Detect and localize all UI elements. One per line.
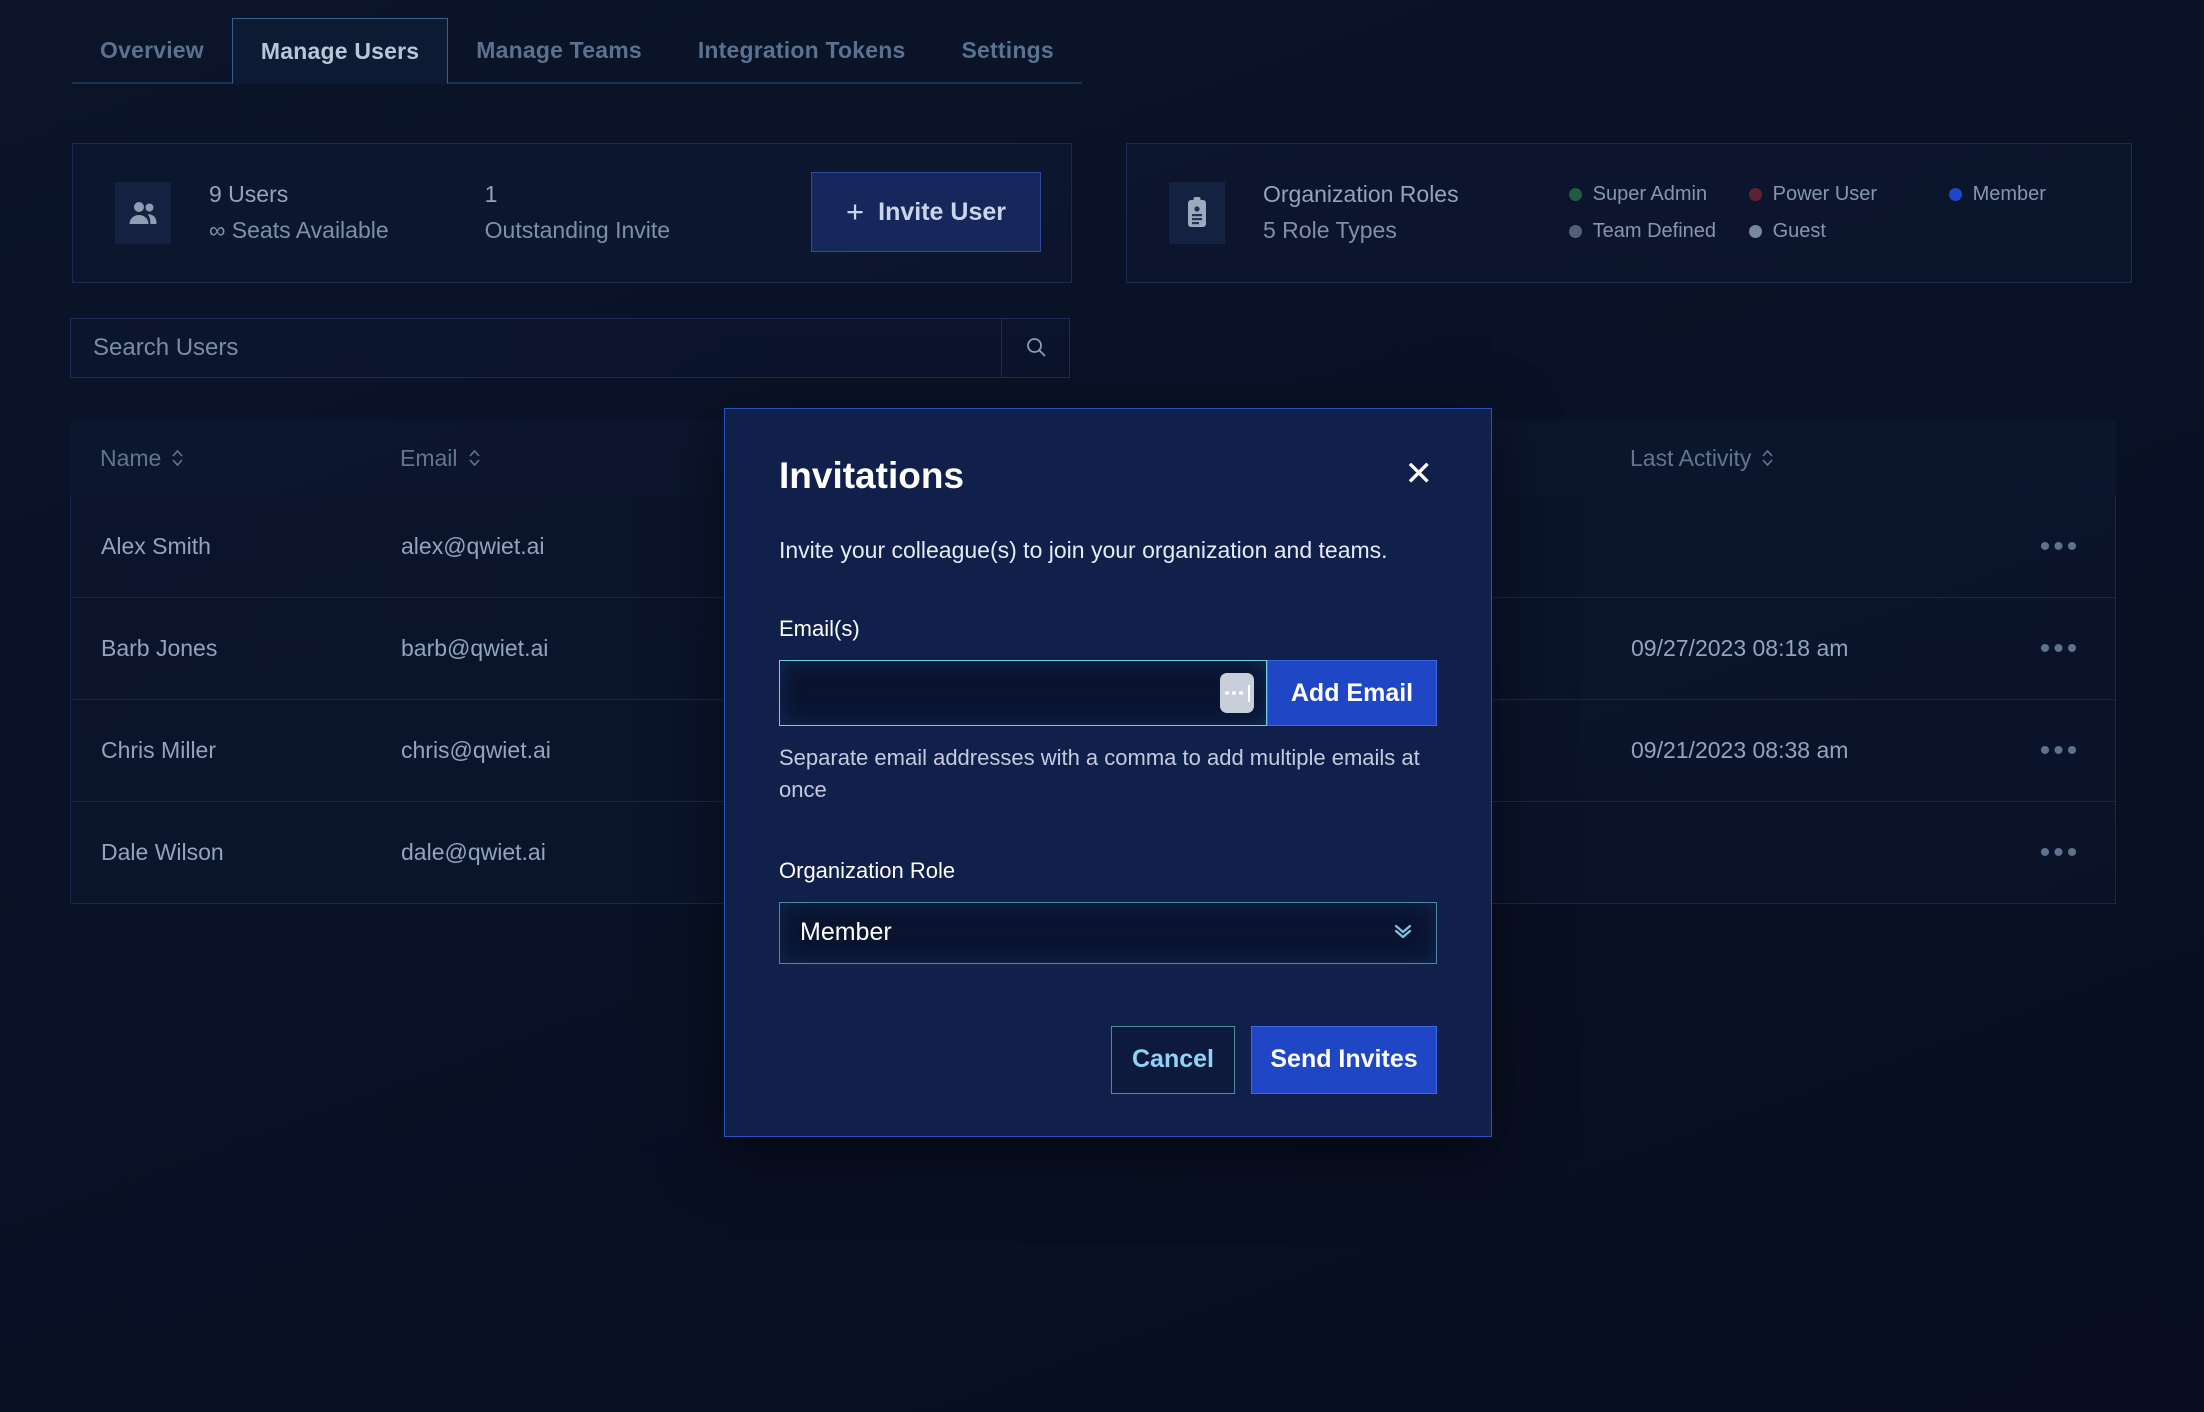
legend-label: Member [1972, 183, 2046, 205]
role-dot-icon [1948, 188, 1962, 201]
cell-name: Barb Jones [101, 635, 218, 661]
cell-name: Chris Miller [101, 737, 216, 763]
legend-label: Power User [1772, 183, 1878, 205]
user-count: 9 Users [209, 181, 289, 208]
role-dot-icon [1748, 188, 1762, 201]
row-menu-icon[interactable]: ••• [2005, 734, 2115, 768]
legend-label: Guest [1772, 220, 1826, 242]
sort-icon [171, 448, 184, 468]
outstanding-invite-stat: 1 Outstanding Invite [485, 177, 670, 248]
add-email-button[interactable]: Add Email [1267, 660, 1437, 726]
email-input-row: Add Email [779, 660, 1437, 726]
modal-header: Invitations ✕ [779, 455, 1437, 497]
row-menu-icon[interactable]: ••• [2005, 836, 2115, 870]
users-icon [115, 182, 171, 244]
row-menu-icon[interactable]: ••• [2005, 530, 2115, 564]
tab-overview[interactable]: Overview [72, 18, 232, 84]
ime-indicator-icon [1220, 673, 1254, 713]
role-dot-icon [1748, 225, 1762, 238]
users-summary-card: 9 Users ∞ Seats Available 1 Outstanding … [72, 143, 1072, 283]
search-button[interactable] [1001, 319, 1069, 377]
send-invites-button[interactable]: Send Invites [1251, 1025, 1437, 1094]
search-input[interactable] [71, 319, 1001, 377]
column-header-last-activity[interactable]: Last Activity [1630, 445, 2116, 472]
role-field-label: Organization Role [779, 857, 956, 883]
role-dot-icon [1568, 225, 1582, 238]
close-icon[interactable]: ✕ [1401, 455, 1438, 493]
roles-badge-icon [1169, 182, 1225, 244]
roles-subtitle: 5 Role Types [1263, 217, 1397, 243]
seats-available: ∞ Seats Available [209, 217, 389, 243]
outstanding-label: Outstanding Invite [484, 217, 671, 243]
summary-cards: 9 Users ∞ Seats Available 1 Outstanding … [72, 143, 2132, 283]
user-count-stat: 9 Users ∞ Seats Available [209, 177, 389, 248]
legend-item-super-admin: Super Admin [1568, 183, 1749, 206]
chevron-double-down-icon [1390, 917, 1416, 948]
modal-title: Invitations [779, 455, 965, 496]
search-bar [70, 318, 1070, 378]
email-field-label: Email(s) [779, 616, 860, 641]
invite-user-button[interactable]: + Invite User [811, 172, 1041, 252]
modal-footer: Cancel Send Invites [779, 1025, 1437, 1094]
role-dot-icon [1568, 188, 1582, 201]
tab-label: Manage Users [260, 37, 420, 64]
email-input-wrapper [779, 660, 1267, 726]
cancel-button[interactable]: Cancel [1111, 1025, 1235, 1094]
tab-settings[interactable]: Settings [933, 18, 1082, 84]
invite-user-label: Invite User [878, 197, 1006, 226]
organization-role-select[interactable]: Member [779, 901, 1437, 964]
invitations-modal: Invitations ✕ Invite your colleague(s) t… [724, 408, 1492, 1137]
modal-description: Invite your colleague(s) to join your or… [779, 537, 1388, 563]
cell-last-activity: 09/21/2023 08:38 am [1631, 737, 1849, 763]
legend-item-member: Member [1948, 183, 2046, 206]
selected-role-value: Member [800, 918, 892, 947]
legend-item-guest: Guest [1748, 220, 1949, 243]
legend-item-power-user: Power User [1748, 183, 1949, 206]
email-input[interactable] [780, 661, 1266, 725]
outstanding-count: 1 [484, 181, 498, 208]
tab-label: Integration Tokens [697, 36, 906, 63]
column-header-name[interactable]: Name [70, 445, 400, 472]
search-icon [1024, 335, 1048, 362]
legend-label: Team Defined [1592, 220, 1717, 242]
tab-manage-users[interactable]: Manage Users [231, 18, 449, 84]
cell-name: Alex Smith [101, 533, 211, 559]
tab-label: Overview [100, 36, 204, 63]
row-menu-icon[interactable]: ••• [2005, 632, 2115, 666]
organization-roles-card: Organization Roles 5 Role Types Super Ad… [1126, 143, 2132, 283]
tab-bar: Overview Manage Users Manage Teams Integ… [72, 18, 1082, 84]
tab-label: Settings [961, 36, 1054, 63]
legend-label: Super Admin [1592, 183, 1708, 205]
tab-label: Manage Teams [476, 36, 642, 63]
column-label: Email [400, 444, 458, 471]
cell-name: Dale Wilson [101, 839, 224, 865]
column-label: Last Activity [1630, 444, 1752, 471]
roles-title: Organization Roles [1263, 181, 1459, 208]
legend-item-team-defined: Team Defined [1568, 220, 1749, 243]
sort-icon [1761, 448, 1774, 468]
column-label: Name [100, 444, 162, 471]
tab-integration-tokens[interactable]: Integration Tokens [669, 18, 934, 84]
admin-page: Overview Manage Users Manage Teams Integ… [0, 0, 2204, 1412]
cell-last-activity: 09/27/2023 08:18 am [1631, 635, 1849, 661]
roles-title-block: Organization Roles 5 Role Types [1263, 177, 1459, 248]
tab-manage-teams[interactable]: Manage Teams [448, 18, 670, 84]
email-helper-text: Separate email addresses with a comma to… [779, 745, 1420, 802]
sort-icon [468, 448, 481, 468]
roles-legend: Super Admin Power User Member Team Defin… [1568, 183, 2046, 243]
